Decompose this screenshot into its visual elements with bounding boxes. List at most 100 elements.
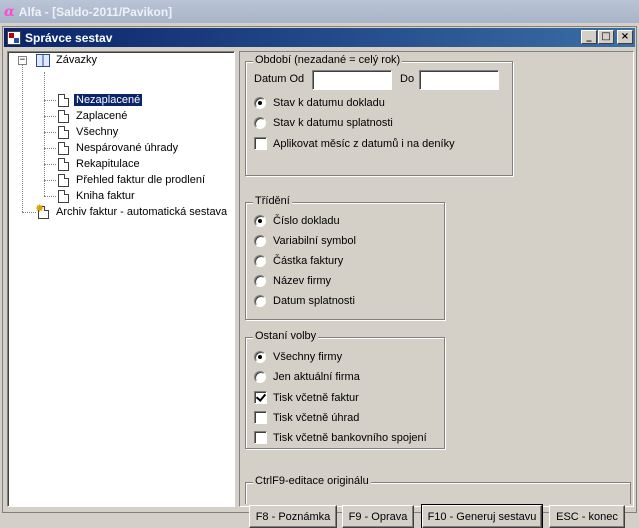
period-legend: Období (nezadané = celý rok) <box>253 54 403 66</box>
checkbox-tisk-bankovniho-spojeni[interactable]: Tisk včetně bankovního spojení <box>254 431 427 444</box>
checkbox-icon <box>254 391 267 404</box>
checkbox-icon <box>254 411 267 424</box>
tree-item-vsechny[interactable]: Všechny <box>58 124 120 140</box>
sorting-group: Třídění Číslo dokladu Variabilní symbol … <box>245 195 445 320</box>
tree-line <box>44 148 56 149</box>
options-panel: Období (nezadané = celý rok) Datum Od Do… <box>239 51 634 528</box>
radio-icon <box>254 97 266 109</box>
tree-item-label: Nezaplacené <box>72 93 144 107</box>
radio-stav-k-datumu-splatnosti[interactable]: Stav k datumu splatnosti <box>254 117 393 129</box>
maximize-button[interactable]: □ <box>598 30 614 44</box>
option-label: Tisk včetně úhrad <box>273 411 360 424</box>
tree-item-label: Přehled faktur dle prodlení <box>76 174 206 186</box>
f10-generate-button[interactable]: F10 - Generuj sestavu <box>421 504 543 528</box>
document-icon <box>58 93 69 107</box>
collapse-icon[interactable]: − <box>18 56 27 65</box>
other-options-group: Ostaní volby Všechny firmy Jen aktuální … <box>245 330 445 449</box>
tree-item-label: Všechny <box>76 126 119 138</box>
f8-note-button[interactable]: F8 - Poznámka <box>249 505 337 528</box>
checkbox-aplikovat-mesic[interactable]: Aplikovat měsíc z datumů i na deníky <box>254 137 455 150</box>
radio-nazev-firmy[interactable]: Název firmy <box>254 275 331 287</box>
radio-icon <box>254 295 266 307</box>
radio-icon <box>254 235 266 247</box>
option-label: Datum splatnosti <box>273 295 355 307</box>
tree-item-archiv-faktur[interactable]: ✸ Archiv faktur - automatická sestava <box>35 203 229 220</box>
tree-line <box>44 180 56 181</box>
checkbox-tisk-uhrad[interactable]: Tisk včetně úhrad <box>254 411 359 424</box>
date-to-input[interactable] <box>419 70 499 90</box>
tree-item-label: Rekapitulace <box>76 158 140 170</box>
option-label: Číslo dokladu <box>273 215 340 227</box>
radio-castka-faktury[interactable]: Částka faktury <box>254 255 343 267</box>
option-label: Stav k datumu dokladu <box>273 97 385 109</box>
window-icon[interactable] <box>7 30 21 45</box>
esc-close-button[interactable]: ESC - konec <box>549 505 625 528</box>
radio-variabilni-symbol[interactable]: Variabilní symbol <box>254 235 356 247</box>
tree-item-label: Nespárované úhrady <box>76 142 179 154</box>
tree-item-nezaplacene[interactable]: Nezaplacené <box>58 92 144 108</box>
date-from-input[interactable] <box>312 70 392 90</box>
tree-item-zaplacene[interactable]: Zaplacené <box>58 108 129 124</box>
tree-line <box>44 196 56 197</box>
tree-line <box>44 132 56 133</box>
tree-item-label: Kniha faktur <box>76 190 135 202</box>
option-label: Aplikovat měsíc z datumů i na deníky <box>273 137 455 150</box>
tree-item-label: Zaplacené <box>76 110 128 122</box>
minimize-button[interactable]: _ <box>581 30 597 44</box>
tree-line <box>44 72 45 196</box>
sorting-legend: Třídění <box>253 195 292 207</box>
document-icon <box>58 125 69 139</box>
radio-cislo-dokladu[interactable]: Číslo dokladu <box>254 215 340 227</box>
tree-line <box>22 60 23 212</box>
report-manager-window: Správce sestav _ □ × − Závazky Nezaplace… <box>2 26 637 528</box>
tree-line <box>44 100 56 101</box>
app-title-bar: α Alfa - [Saldo-2011/Pavikon] <box>0 0 639 23</box>
option-label: Tisk včetně bankovního spojení <box>273 431 427 444</box>
f9-edit-button[interactable]: F9 - Oprava <box>342 505 414 528</box>
tree-item-prehled-faktur[interactable]: Přehled faktur dle prodlení <box>58 172 207 188</box>
option-label: Částka faktury <box>273 255 344 267</box>
option-label: Variabilní symbol <box>273 235 356 247</box>
tree-line <box>44 164 56 165</box>
date-to-label: Do <box>400 73 415 85</box>
option-label: Stav k datumu splatnosti <box>273 117 393 129</box>
tree-item-rekapitulace[interactable]: Rekapitulace <box>58 156 142 172</box>
tree-line <box>44 116 56 117</box>
actions-group: CtrlF9-editace originálu <box>245 475 631 504</box>
report-tree[interactable]: − Závazky Nezaplacené Zaplacené Všechny … <box>7 51 235 507</box>
tree-line <box>22 212 36 213</box>
tree-item-kniha-faktur[interactable]: Kniha faktur <box>58 188 137 204</box>
close-button[interactable]: × <box>617 30 633 44</box>
tree-item-label: Závazky <box>56 54 97 66</box>
radio-icon <box>254 351 266 363</box>
date-from-label: Datum Od <box>254 73 305 85</box>
radio-icon <box>254 371 266 383</box>
document-icon <box>58 109 69 123</box>
document-icon <box>58 173 69 187</box>
option-label: Tisk včetně faktur <box>273 391 359 404</box>
other-options-legend: Ostaní volby <box>253 330 319 342</box>
radio-jen-aktualni-firma[interactable]: Jen aktuální firma <box>254 371 360 383</box>
checkbox-tisk-faktur[interactable]: Tisk včetně faktur <box>254 391 359 404</box>
document-icon <box>58 157 69 171</box>
document-icon <box>58 141 69 155</box>
tree-item-nesparovane-uhrady[interactable]: Nespárované úhrady <box>58 140 180 156</box>
period-group: Období (nezadané = celý rok) Datum Od Do… <box>245 54 513 176</box>
radio-icon <box>254 255 266 267</box>
option-label: Název firmy <box>273 275 332 287</box>
checkbox-icon <box>254 431 267 444</box>
tree-item-zavazky[interactable]: Závazky <box>36 52 99 68</box>
radio-icon <box>254 275 266 287</box>
radio-vsechny-firmy[interactable]: Všechny firmy <box>254 351 342 363</box>
radio-stav-k-datumu-dokladu[interactable]: Stav k datumu dokladu <box>254 97 385 109</box>
alfa-logo-icon: α <box>4 3 15 20</box>
star-document-icon: ✸ <box>35 203 49 219</box>
radio-icon <box>254 215 266 227</box>
window-title-bar[interactable]: Správce sestav _ □ × <box>4 28 635 47</box>
tree-item-label: Archiv faktur - automatická sestava <box>56 206 228 218</box>
document-icon <box>58 189 69 203</box>
radio-datum-splatnosti[interactable]: Datum splatnosti <box>254 295 355 307</box>
checkbox-icon <box>254 137 267 150</box>
app-title: Alfa - [Saldo-2011/Pavikon] <box>18 4 173 19</box>
window-title: Správce sestav <box>25 30 113 45</box>
